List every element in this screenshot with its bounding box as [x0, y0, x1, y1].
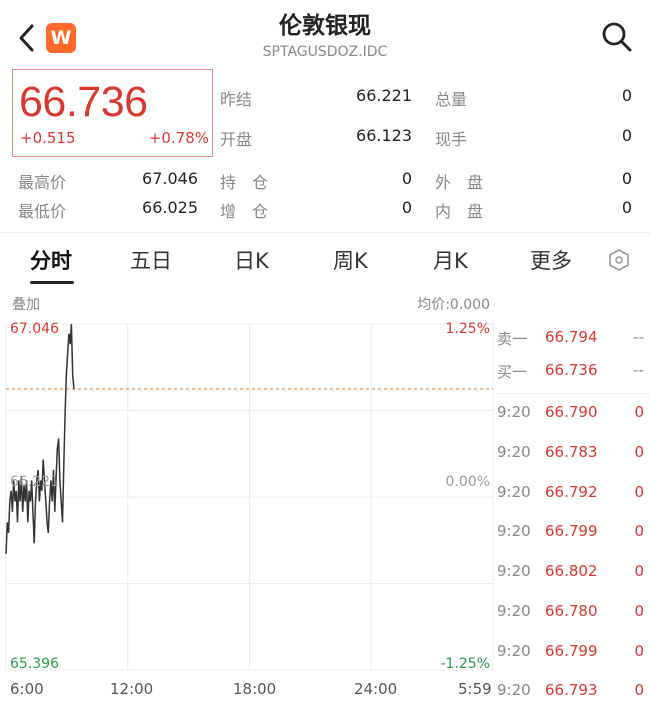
low-value: 66.025: [142, 198, 198, 217]
outer-label: 外 盘: [435, 173, 484, 192]
book-price: 66.794: [545, 328, 598, 346]
outer-value: 0: [621, 169, 632, 188]
tick-time: 9:20: [497, 483, 531, 501]
high-label: 最高价: [18, 173, 67, 192]
open-value: 66.123: [356, 126, 412, 145]
tick-price: 66.802: [545, 562, 598, 580]
tick-price: 66.790: [545, 403, 598, 421]
y-axis-top: 67.046: [10, 321, 59, 337]
inner-value: 0: [621, 198, 632, 217]
cur-vol-label: 现手: [435, 130, 468, 149]
tick-price: 66.793: [545, 681, 598, 699]
tick-volume: 0: [634, 681, 644, 699]
tab-more[interactable]: 更多: [530, 245, 572, 275]
cur-vol-value: 0: [621, 126, 632, 145]
tick-volume: 0: [634, 642, 644, 660]
add-label: 增 仓: [220, 202, 269, 221]
search-icon: [602, 22, 632, 52]
bid-row: 买一 66.736 --: [497, 361, 647, 385]
tick-row: 9:20 66.793 0: [497, 681, 647, 705]
book-vol: --: [633, 328, 644, 346]
instrument-code: SPTAGUSDOZ.IDC: [262, 44, 388, 60]
x-axis-label: 6:00: [10, 680, 44, 698]
overlay-button[interactable]: 叠加: [12, 294, 40, 314]
tab-monthly-k[interactable]: 月K: [433, 245, 468, 275]
hexagon-settings-icon: [609, 249, 629, 271]
tick-volume: 0: [634, 483, 644, 501]
prev-close-value: 66.221: [356, 86, 412, 105]
book-label: 买一: [497, 363, 528, 381]
tick-volume: 0: [634, 602, 644, 620]
inner-label: 内 盘: [435, 202, 484, 221]
x-axis-label: 18:00: [233, 680, 277, 698]
tick-price: 66.780: [545, 602, 598, 620]
tick-price: 66.792: [545, 483, 598, 501]
tick-price: 66.799: [545, 642, 598, 660]
total-vol-label: 总量: [435, 90, 468, 109]
price-change: +0.515: [20, 129, 76, 147]
pct-axis-mid: 0.00%: [445, 474, 490, 490]
tick-time: 9:20: [497, 403, 531, 421]
tick-time: 9:20: [497, 681, 531, 699]
ticker-divider: [495, 393, 650, 394]
period-tabs: 分时 五日 日K 周K 月K 更多: [0, 232, 650, 288]
tick-volume: 0: [634, 522, 644, 540]
y-axis-bottom: 65.396: [10, 656, 59, 672]
tick-time: 9:20: [497, 443, 531, 461]
tick-price: 66.799: [545, 522, 598, 540]
low-label: 最低价: [18, 202, 67, 221]
tab-five-day[interactable]: 五日: [130, 245, 172, 275]
tick-price: 66.783: [545, 443, 598, 461]
chart-settings-button[interactable]: [606, 247, 632, 273]
tick-row: 9:20 66.783 0: [497, 443, 647, 467]
avg-price-label: 均价:0.000: [417, 297, 490, 313]
header: W 伦敦银现 SPTAGUSDOZ.IDC: [0, 0, 650, 66]
open-label: 开盘: [220, 130, 253, 149]
total-vol-value: 0: [621, 86, 632, 105]
tick-time: 9:20: [497, 602, 531, 620]
prev-close-label: 昨结: [220, 90, 253, 109]
tab-intraday[interactable]: 分时: [30, 245, 72, 275]
book-price: 66.736: [545, 361, 598, 379]
tick-row: 9:20 66.799 0: [497, 642, 647, 666]
add-value: 0: [401, 198, 412, 217]
last-price: 66.736: [19, 78, 148, 126]
tick-time: 9:20: [497, 522, 531, 540]
search-button[interactable]: [600, 20, 634, 54]
book-vol: --: [633, 361, 644, 379]
tick-row: 9:20 66.799 0: [497, 522, 647, 546]
pct-axis-bottom: -1.25%: [440, 656, 490, 672]
high-value: 67.046: [142, 169, 198, 188]
price-change-pct: +0.78%: [148, 129, 209, 147]
hold-value: 0: [401, 169, 412, 188]
ask-row: 卖一 66.794 --: [497, 328, 647, 352]
tick-volume: 0: [634, 562, 644, 580]
price-box: 66.736 +0.515 +0.78%: [12, 69, 213, 157]
tick-row: 9:20 66.790 0: [497, 403, 647, 427]
x-axis-label: 12:00: [110, 680, 154, 698]
tick-volume: 0: [634, 403, 644, 421]
active-tab-indicator: [30, 281, 74, 284]
price-line: [5, 323, 75, 554]
book-label: 卖一: [497, 330, 528, 348]
tick-time: 9:20: [497, 562, 531, 580]
hold-label: 持 仓: [220, 173, 269, 192]
intraday-chart[interactable]: [0, 318, 495, 678]
tab-weekly-k[interactable]: 周K: [333, 245, 368, 275]
x-axis-label: 24:00: [354, 680, 398, 698]
tick-time: 9:20: [497, 642, 531, 660]
page-title: 伦敦银现: [279, 13, 371, 39]
y-axis-mid: 66.221: [10, 474, 59, 490]
x-axis-label: 5:59: [458, 680, 492, 698]
tick-row: 9:20 66.802 0: [497, 562, 647, 586]
tick-volume: 0: [634, 443, 644, 461]
pct-axis-top: 1.25%: [445, 321, 490, 337]
tick-row: 9:20 66.792 0: [497, 483, 647, 507]
tab-daily-k[interactable]: 日K: [234, 245, 269, 275]
tick-row: 9:20 66.780 0: [497, 602, 647, 626]
